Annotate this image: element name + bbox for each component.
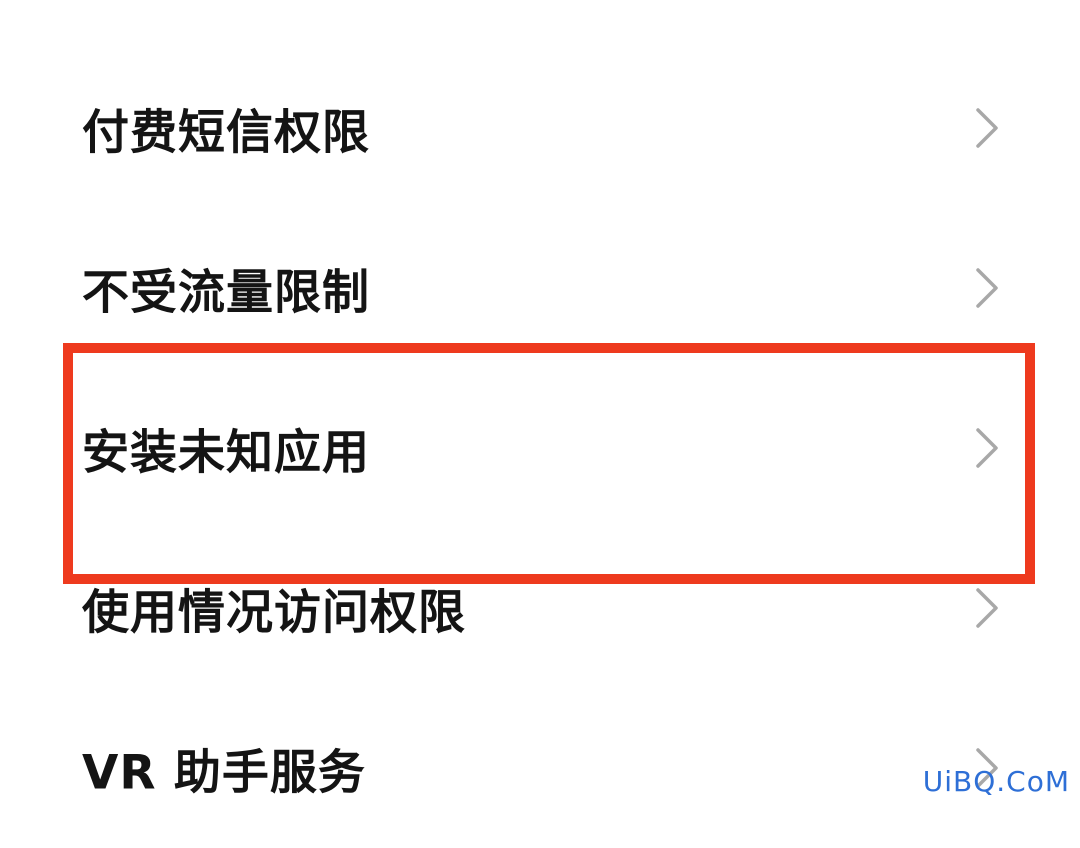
setting-label: 使用情况访问权限	[82, 585, 466, 641]
chevron-right-icon	[972, 426, 1002, 470]
setting-label: 付费短信权限	[82, 105, 370, 161]
settings-list: 付费短信权限 不受流量限制 安装未知应用 使用情况访问权限 VR 助手服务	[0, 0, 1080, 810]
chevron-right-icon	[972, 586, 1002, 630]
setting-row-install-unknown-apps[interactable]: 安装未知应用	[0, 368, 1080, 528]
setting-row-unrestricted-data[interactable]: 不受流量限制	[0, 208, 1080, 368]
setting-row-usage-access[interactable]: 使用情况访问权限	[0, 528, 1080, 688]
setting-label: 不受流量限制	[82, 265, 370, 321]
setting-row-paid-sms[interactable]: 付费短信权限	[0, 48, 1080, 208]
watermark: UiBQ.CoM	[922, 765, 1070, 798]
setting-label: 安装未知应用	[82, 425, 370, 481]
chevron-right-icon	[972, 266, 1002, 310]
setting-row-vr-helper[interactable]: VR 助手服务	[0, 688, 1080, 848]
setting-label: VR 助手服务	[82, 745, 366, 801]
chevron-right-icon	[972, 106, 1002, 150]
